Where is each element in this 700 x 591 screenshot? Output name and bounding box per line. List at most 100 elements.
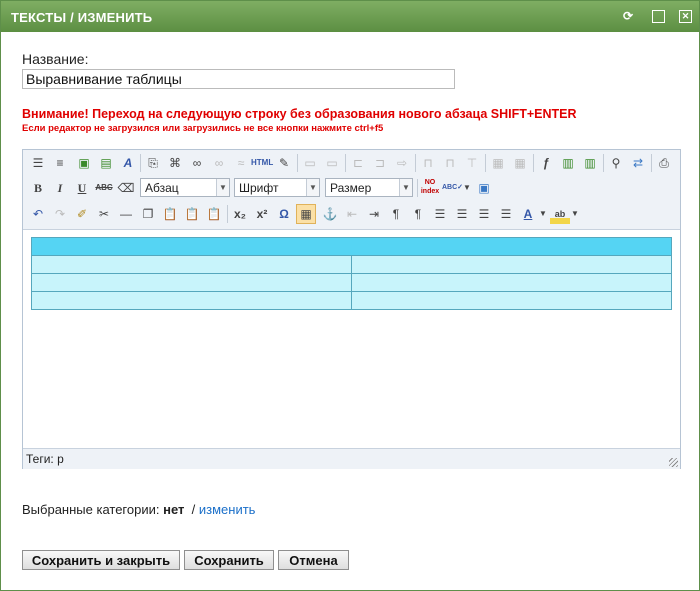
paste-icon[interactable]: 📋 [160,204,180,224]
flash-icon[interactable]: ƒ [536,153,556,173]
undo-icon[interactable]: ↶ [28,204,48,224]
numbered-list-icon[interactable]: ≡ [50,153,70,173]
insert-image-icon[interactable]: ▣ [74,153,94,173]
table-cell[interactable] [31,255,352,274]
row-insert-before-icon[interactable]: ⊏ [348,153,368,173]
highlight-color-icon[interactable]: ab [550,204,570,224]
chevron-down-icon[interactable]: ▼ [538,204,548,224]
horizontal-rule-icon[interactable]: — [116,204,136,224]
anchor-icon[interactable]: ⚓ [320,204,340,224]
text-color-icon[interactable]: A [518,204,538,224]
special-char-icon[interactable]: Ω [274,204,294,224]
table-icon[interactable]: ▦ [296,204,316,224]
name-label: Название: [22,51,89,67]
insert-video-icon[interactable]: ▥ [558,153,578,173]
noindex-icon[interactable]: NO index [420,178,440,198]
size-select[interactable]: Размер ▼ [325,178,413,197]
superscript-icon[interactable]: x² [252,204,272,224]
col-delete-icon[interactable]: ⊤ [462,153,482,173]
format-painter-icon[interactable]: ✐ [72,204,92,224]
editor-toolbar: ☰ ≡ ▣ ▤ A ⎘ ⌘ ∞ ∞ ≈ HTML ✎ ▭ ▭ ⊏ ⊐ ⇨ ⊓ ⊓… [23,150,680,230]
replace-icon[interactable]: ⇄ [628,153,648,173]
chevron-down-icon[interactable]: ▼ [570,204,580,224]
table-row [31,237,672,256]
row-delete-icon[interactable]: ⇨ [392,153,412,173]
table-cell[interactable] [351,291,672,310]
align-center-icon[interactable]: ☰ [452,204,472,224]
spellcheck-icon[interactable]: ABC✓ [442,178,463,198]
table-row-delete-icon[interactable]: ▭ [322,153,342,173]
unlink-icon[interactable]: ∞ [209,153,229,173]
subscript-icon[interactable]: x₂ [230,204,250,224]
outdent-icon[interactable]: ⇤ [342,204,362,224]
categories-line: Выбранные категории: нет / изменить [22,502,255,517]
italic-icon[interactable]: I [50,178,70,198]
split-cells-icon[interactable]: ▦ [510,153,530,173]
copy-icon[interactable]: ❐ [138,204,158,224]
align-right-icon[interactable]: ☰ [474,204,494,224]
font-select[interactable]: Шрифт ▼ [234,178,320,197]
bold-icon[interactable]: B [28,178,48,198]
table-cell[interactable] [31,237,672,256]
save-button[interactable]: Сохранить [184,550,274,570]
find-icon[interactable]: ⚲ [606,153,626,173]
chevron-down-icon: ▼ [306,179,319,196]
upload-image-icon[interactable]: ▤ [96,153,116,173]
cancel-button[interactable]: Отмена [278,550,349,570]
merge-cells-icon[interactable]: ▦ [488,153,508,173]
anchor-link-icon[interactable]: ≈ [231,153,251,173]
window-title: ТЕКСТЫ / ИЗМЕНИТЬ [11,10,153,25]
row-insert-after-icon[interactable]: ⊐ [370,153,390,173]
col-insert-after-icon[interactable]: ⊓ [440,153,460,173]
tag-path: Теги: p [26,452,64,466]
chevron-down-icon: ▼ [399,179,412,196]
print-icon[interactable]: ⎙ [654,153,674,173]
table-cell[interactable] [351,273,672,292]
resize-grip-icon[interactable] [669,458,678,467]
table-row [31,273,672,292]
bullet-list-icon[interactable]: ☰ [28,153,48,173]
cut-icon[interactable]: ✂ [94,204,114,224]
rtl-icon[interactable]: ¶ [408,204,428,224]
insert-media-icon[interactable]: ⌘ [165,153,185,173]
fullscreen-icon[interactable]: ▣ [474,178,494,198]
video-gallery-icon[interactable]: ▥ [580,153,600,173]
warning-subtext: Если редактор не загрузился или загрузил… [22,123,384,134]
paste-word-icon[interactable]: 📋 [204,204,224,224]
paste-text-icon[interactable]: 📋 [182,204,202,224]
align-left-icon[interactable]: ☰ [430,204,450,224]
rich-text-editor: ☰ ≡ ▣ ▤ A ⎘ ⌘ ∞ ∞ ≈ HTML ✎ ▭ ▭ ⊏ ⊐ ⇨ ⊓ ⊓… [22,149,681,469]
editor-content-area[interactable] [23,230,680,448]
insert-file-icon[interactable]: ⎘ [143,153,163,173]
refresh-icon[interactable]: ⟳ [621,9,635,23]
close-icon[interactable]: ✕ [679,10,692,23]
content-table[interactable] [31,237,672,310]
align-justify-icon[interactable]: ☰ [496,204,516,224]
format-select[interactable]: Абзац ▼ [140,178,230,197]
change-categories-link[interactable]: изменить [199,502,256,517]
table-cell[interactable] [31,273,352,292]
chevron-down-icon: ▼ [216,179,229,196]
underline-icon[interactable]: U [72,178,92,198]
categories-separator: / [191,502,196,517]
warning-text: Внимание! Переход на следующую строку бе… [22,107,577,121]
link-icon[interactable]: ∞ [187,153,207,173]
table-cell[interactable] [31,291,352,310]
strikethrough-icon[interactable]: ABC [94,178,114,198]
html-icon[interactable]: HTML [251,153,273,173]
maximize-icon[interactable] [652,10,665,23]
table-cell[interactable] [351,255,672,274]
indent-icon[interactable]: ⇥ [364,204,384,224]
name-input[interactable]: Выравнивание таблицы [22,69,455,89]
save-close-button[interactable]: Сохранить и закрыть [22,550,180,570]
edit-source-icon[interactable]: ✎ [274,153,294,173]
ltr-icon[interactable]: ¶ [386,204,406,224]
categories-label: Выбранные категории: [22,502,160,517]
styles-icon[interactable]: A [118,153,138,173]
table-row [31,255,672,274]
table-row-icon[interactable]: ▭ [300,153,320,173]
redo-icon[interactable]: ↷ [50,204,70,224]
chevron-down-icon[interactable]: ▼ [462,178,472,198]
eraser-icon[interactable]: ⌫ [116,178,136,198]
col-insert-before-icon[interactable]: ⊓ [418,153,438,173]
